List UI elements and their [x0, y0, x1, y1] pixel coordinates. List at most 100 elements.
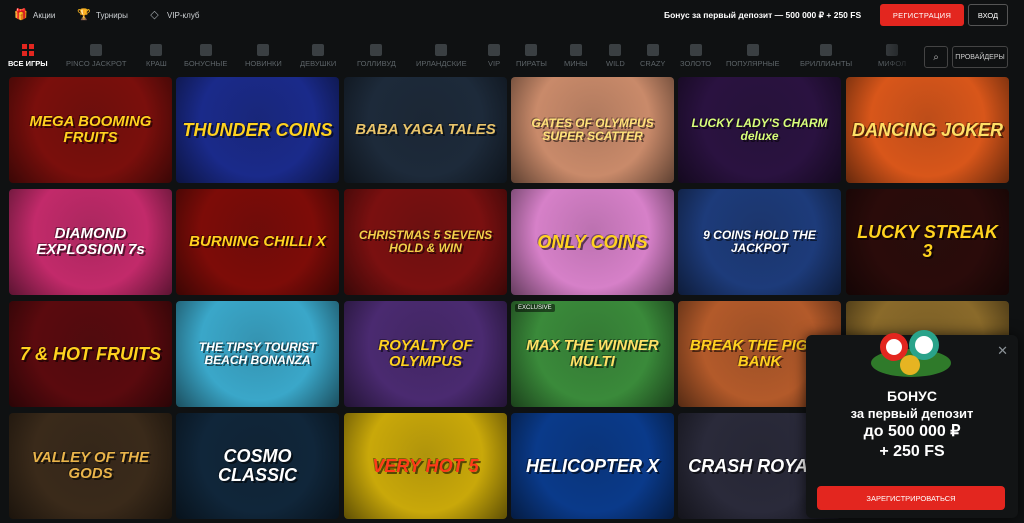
category-icon	[370, 44, 383, 56]
game-tile[interactable]: COSMO CLASSIC	[176, 413, 339, 519]
nav-item-label: БОНУСНЫЕ	[184, 59, 228, 68]
game-tile[interactable]: BABA YAGA TALES	[344, 77, 507, 183]
trophy-icon: 🏆	[77, 9, 91, 21]
game-title: ROYALTY OF OLYMPUS	[378, 337, 473, 370]
game-tile[interactable]: VERY HOT 5	[344, 413, 507, 519]
bonus-amount: до 500 000 ₽	[863, 422, 961, 440]
game-tile[interactable]: HELICOPTER X	[511, 413, 674, 519]
nav-item[interactable]: НОВИНКИ	[245, 44, 282, 68]
game-title: MEGA BOOMING FRUITS	[29, 113, 152, 146]
game-title: 7 & HOT FRUITS	[19, 343, 161, 364]
category-icon	[820, 44, 833, 56]
nav-item[interactable]: PINCO JACKPOT	[66, 44, 126, 68]
diamond-icon: ◇	[150, 9, 159, 21]
game-title: VALLEY OF THE GODS	[32, 449, 149, 482]
category-icon	[150, 44, 163, 56]
login-button[interactable]: ВХОД	[968, 4, 1008, 26]
nav-item-label: ВСЕ ИГРЫ	[8, 59, 48, 68]
game-tile[interactable]: MAX THE WINNER MULTI EXCLUSIVE	[511, 301, 674, 407]
search-icon: ⌕	[933, 51, 939, 63]
promotions-label: Акции	[33, 11, 56, 20]
tournaments-label: Турниры	[96, 11, 128, 20]
category-icon	[746, 44, 759, 56]
popup-register-button[interactable]: ЗАРЕГИСТРИРОВАТЬСЯ	[817, 486, 1005, 510]
nav-item[interactable]: БОНУСНЫЕ	[184, 44, 227, 68]
bonus-popup: ✕ БОНУС за первый депозит до 500 000 ₽ +…	[806, 330, 1018, 518]
game-tile[interactable]: VALLEY OF THE GODS	[9, 413, 172, 519]
nav-item[interactable]: БРИЛЛИАНТЫ	[800, 44, 852, 68]
bonus-banner-text: Бонус за первый депозит — 500 000 ₽ + 25…	[664, 10, 862, 20]
nav-item-label: МИНЫ	[564, 59, 588, 68]
nav-item[interactable]: ВСЕ ИГРЫ	[8, 44, 48, 68]
exclusive-badge: EXCLUSIVE	[515, 304, 555, 312]
game-title: HELICOPTER X	[525, 455, 659, 476]
close-icon[interactable]: ✕	[997, 343, 1008, 359]
category-icon	[257, 44, 270, 56]
game-title: BABA YAGA TALES	[355, 121, 496, 139]
nav-item-label: БРИЛЛИАНТЫ	[800, 59, 853, 68]
vip-club-link[interactable]: ◇ VIP-клуб	[148, 9, 200, 22]
category-icon	[609, 44, 622, 56]
game-tile[interactable]: THE TIPSY TOURIST BEACH BONANZA	[176, 301, 339, 407]
game-tile[interactable]: ONLY COINS	[511, 189, 674, 295]
nav-item[interactable]: WILD	[606, 44, 625, 68]
category-icon	[199, 44, 212, 56]
game-title: THUNDER COINS	[182, 119, 333, 140]
category-nav: ВСЕ ИГРЫ PINCO JACKPOT КРАШ БОНУСНЫЕ НОВИНКИ…	[0, 38, 1024, 74]
game-title: DANCING JOKER	[852, 119, 1004, 140]
nav-item[interactable]: ПОПУЛЯРНЫЕ	[726, 44, 780, 68]
nav-fade	[880, 38, 920, 74]
nav-item-label: VIP	[488, 59, 501, 68]
bonus-freespins: + 250 FS	[879, 442, 945, 460]
grid-icon	[21, 44, 34, 56]
game-tile[interactable]: CHRISTMAS 5 SEVENS HOLD & WIN	[344, 189, 507, 295]
nav-item[interactable]: ЗОЛОТО	[680, 44, 711, 68]
game-title: LUCKY LADY'S CHARM deluxe	[691, 116, 828, 143]
game-title: GATES OF OLYMPUS SUPER SCATTER	[531, 116, 654, 143]
game-tile[interactable]: 9 COINS HOLD THE JACKPOT	[678, 189, 841, 295]
game-tile[interactable]: BURNING CHILLI X	[176, 189, 339, 295]
game-title: VERY HOT 5	[372, 455, 479, 476]
nav-item-label: НОВИНКИ	[245, 59, 282, 68]
register-button[interactable]: РЕГИСТРАЦИЯ	[880, 4, 964, 26]
nav-item[interactable]: МИНЫ	[564, 44, 588, 68]
tournaments-link[interactable]: 🏆 Турниры	[77, 9, 128, 22]
game-tile[interactable]: DIAMOND EXPLOSION 7s	[9, 189, 172, 295]
game-tile[interactable]: DANCING JOKER	[846, 77, 1009, 183]
game-tile[interactable]: 7 & HOT FRUITS	[9, 301, 172, 407]
nav-item[interactable]: ПИРАТЫ	[516, 44, 547, 68]
nav-item-label: PINCO JACKPOT	[66, 59, 127, 68]
nav-item[interactable]: CRAZY	[640, 44, 665, 68]
gift-icon: 🎁	[14, 9, 28, 21]
game-title: BURNING CHILLI X	[189, 233, 326, 251]
game-tile[interactable]: GATES OF OLYMPUS SUPER SCATTER	[511, 77, 674, 183]
category-icon	[569, 44, 582, 56]
game-tile[interactable]: THUNDER COINS	[176, 77, 339, 183]
category-icon	[488, 44, 501, 56]
bonus-popup-text: БОНУС за первый депозит до 500 000 ₽ + 2…	[806, 388, 1018, 462]
nav-item-label: ИРЛАНДСКИЕ	[416, 59, 467, 68]
game-title: 9 COINS HOLD THE JACKPOT	[703, 228, 816, 255]
game-tile[interactable]: ROYALTY OF OLYMPUS	[344, 301, 507, 407]
nav-item-label: CRAZY	[640, 59, 666, 68]
category-icon	[312, 44, 325, 56]
promotions-link[interactable]: 🎁 Акции	[14, 9, 55, 22]
nav-item-label: ПИРАТЫ	[516, 59, 547, 68]
game-title: DIAMOND EXPLOSION 7s	[36, 225, 145, 258]
search-button[interactable]: ⌕	[924, 46, 948, 68]
nav-item[interactable]: КРАШ	[146, 44, 167, 68]
nav-item[interactable]: ДЕВУШКИ	[300, 44, 336, 68]
nav-item[interactable]: ИРЛАНДСКИЕ	[416, 44, 467, 68]
game-tile[interactable]: LUCKY STREAK 3	[846, 189, 1009, 295]
bonus-subtitle: за первый депозит	[850, 405, 974, 421]
game-tile[interactable]: LUCKY LADY'S CHARM deluxe	[678, 77, 841, 183]
nav-item[interactable]: ГОЛЛИВУД	[357, 44, 396, 68]
game-title: MAX THE WINNER MULTI	[526, 337, 659, 370]
vip-club-label: VIP-клуб	[167, 11, 200, 20]
bonus-title: БОНУС	[887, 388, 937, 404]
nav-item[interactable]: VIP	[488, 44, 500, 68]
category-icon	[525, 44, 538, 56]
game-title: COSMO CLASSIC	[217, 446, 297, 485]
providers-button[interactable]: ПРОВАЙДЕРЫ	[952, 46, 1008, 68]
game-tile[interactable]: MEGA BOOMING FRUITS	[9, 77, 172, 183]
